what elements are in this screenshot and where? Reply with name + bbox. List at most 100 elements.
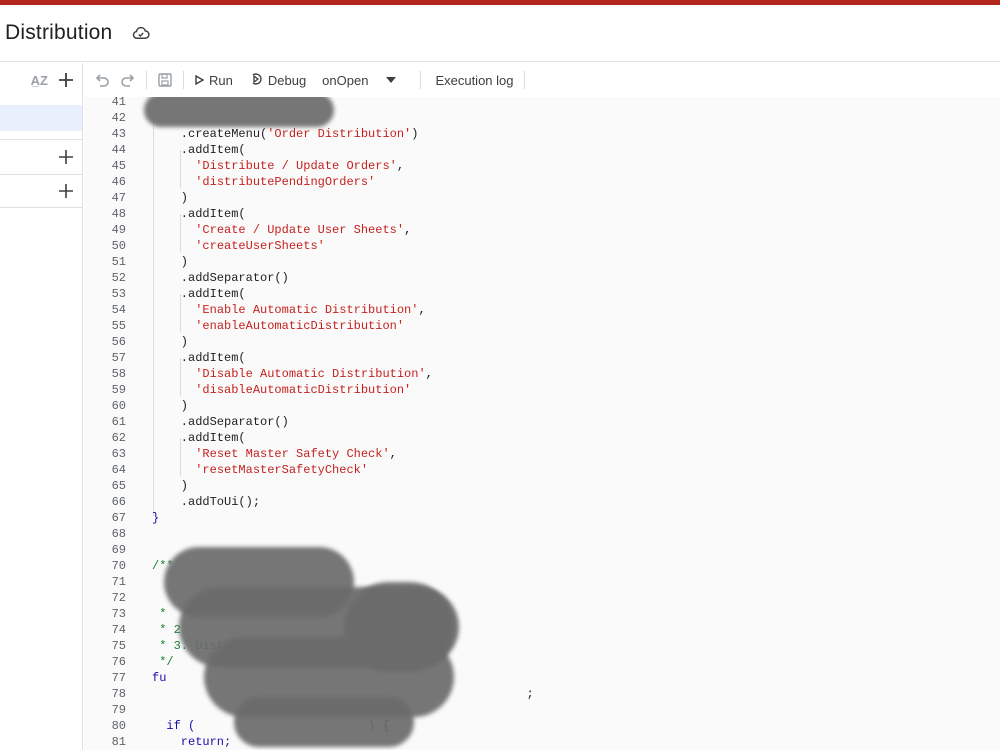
code-line[interactable]: 56 ) [84, 334, 1000, 350]
code-token: 'Distribute / Update Orders' [195, 159, 397, 173]
code-token: .addSeparator() [152, 271, 289, 285]
code-token: ) [152, 191, 189, 205]
code-line[interactable]: 61 .addSeparator() [84, 414, 1000, 430]
code-text: 'resetMasterSafetyCheck' [152, 462, 368, 478]
sort-az-icon[interactable]: A̲Z [31, 74, 48, 87]
code-token: .addItem( [152, 143, 246, 157]
code-text: ) [152, 254, 188, 270]
code-line[interactable]: 66 .addToUi(); [84, 494, 1000, 510]
code-line[interactable]: 63 'Reset Master Safety Check', [84, 446, 1000, 462]
code-line[interactable]: 47 ) [84, 190, 1000, 206]
code-line[interactable]: 50 'createUserSheets' [84, 238, 1000, 254]
line-number: 75 [111, 639, 126, 653]
selected-file-item[interactable] [0, 105, 82, 131]
line-number: 81 [111, 735, 126, 749]
libraries-section[interactable] [0, 139, 82, 173]
add-service-icon[interactable] [58, 183, 74, 199]
run-button[interactable]: Run [194, 73, 233, 88]
code-line[interactable]: 51 ) [84, 254, 1000, 270]
code-token: 'disableAutomaticDistribution' [195, 383, 412, 397]
line-number: 67 [111, 511, 126, 525]
app-header: Distribution [0, 5, 1000, 62]
save-icon[interactable] [157, 72, 173, 88]
code-text: ) [152, 190, 188, 206]
code-line[interactable]: 81 return; [84, 734, 1000, 750]
code-line[interactable]: 58 'Disable Automatic Distribution', [84, 366, 1000, 382]
code-line[interactable]: 62 .addItem( [84, 430, 1000, 446]
run-label: Run [209, 72, 233, 88]
function-selector[interactable]: onOpen [322, 73, 368, 88]
code-token: .addToUi(); [152, 495, 261, 509]
code-line[interactable]: 46 'distributePendingOrders' [84, 174, 1000, 190]
code-line[interactable]: 52 .addSeparator() [84, 270, 1000, 286]
code-token: * 2 [152, 623, 181, 637]
code-token: .addItem( [152, 351, 246, 365]
code-token: .addItem( [152, 207, 246, 221]
line-number: 42 [111, 111, 126, 125]
undo-icon[interactable] [94, 72, 110, 88]
code-line[interactable]: 59 'disableAutomaticDistribution' [84, 382, 1000, 398]
project-title[interactable]: Distribution [5, 21, 112, 45]
code-line[interactable]: 54 'Enable Automatic Distribution', [84, 302, 1000, 318]
code-line[interactable]: 64 'resetMasterSafetyCheck' [84, 462, 1000, 478]
code-line[interactable]: 55 'enableAutomaticDistribution' [84, 318, 1000, 334]
line-number: 45 [111, 159, 126, 173]
line-number: 76 [111, 655, 126, 669]
code-token: 'Enable Automatic Distribution' [195, 303, 419, 317]
code-editor[interactable]: 41 42 43 .createMenu('Order Distribution')… [84, 97, 1000, 750]
code-line[interactable]: 57 .addItem( [84, 350, 1000, 366]
code-text: 'distributePendingOrders' [152, 174, 375, 190]
line-number: 55 [111, 319, 126, 333]
code-line[interactable]: 44 .addItem( [84, 142, 1000, 158]
code-line[interactable]: 43 .createMenu('Order Distribution') [84, 126, 1000, 142]
files-sidebar [0, 97, 83, 750]
line-number: 53 [111, 287, 126, 301]
execution-log-button[interactable]: Execution log [435, 73, 513, 88]
add-file-icon[interactable] [58, 72, 74, 88]
code-text: 'createUserSheets' [152, 238, 325, 254]
line-number: 79 [111, 703, 126, 717]
cloud-saved-icon [132, 24, 151, 42]
code-token: , [418, 303, 426, 317]
code-text: .addItem( [152, 430, 246, 446]
play-icon [194, 73, 205, 88]
code-line[interactable]: 53 .addItem( [84, 286, 1000, 302]
code-text: .createMenu('Order Distribution') [152, 126, 419, 142]
code-text: fu [152, 670, 166, 686]
code-line[interactable]: 45 'Distribute / Update Orders', [84, 158, 1000, 174]
code-line[interactable]: 49 'Create / Update User Sheets', [84, 222, 1000, 238]
services-section[interactable] [0, 174, 82, 208]
code-line[interactable]: 68 [84, 526, 1000, 542]
code-line[interactable]: 80 if ( ) { [84, 718, 1000, 734]
redo-icon[interactable] [120, 72, 136, 88]
line-number: 62 [111, 431, 126, 445]
code-line[interactable]: 67} [84, 510, 1000, 526]
line-number: 50 [111, 239, 126, 253]
code-text: ) [152, 478, 188, 494]
debug-button[interactable]: Debug [249, 72, 306, 89]
code-text: 'Create / Update User Sheets', [152, 222, 411, 238]
code-text: .addItem( [152, 206, 246, 222]
line-number: 58 [111, 367, 126, 381]
toolbar-divider [183, 71, 184, 89]
code-line[interactable]: 48 .addItem( [84, 206, 1000, 222]
line-number: 66 [111, 495, 126, 509]
code-text: * [152, 606, 166, 622]
line-number: 49 [111, 223, 126, 237]
line-number: 54 [111, 303, 126, 317]
add-library-icon[interactable] [58, 149, 74, 165]
code-line[interactable]: 65 ) [84, 478, 1000, 494]
line-number: 59 [111, 383, 126, 397]
code-token: , [389, 447, 397, 461]
redaction-scribble [144, 97, 334, 127]
code-token: ) [152, 255, 189, 269]
chevron-down-icon[interactable] [386, 77, 397, 83]
code-line[interactable]: 60 ) [84, 398, 1000, 414]
code-token: */ [152, 655, 174, 669]
